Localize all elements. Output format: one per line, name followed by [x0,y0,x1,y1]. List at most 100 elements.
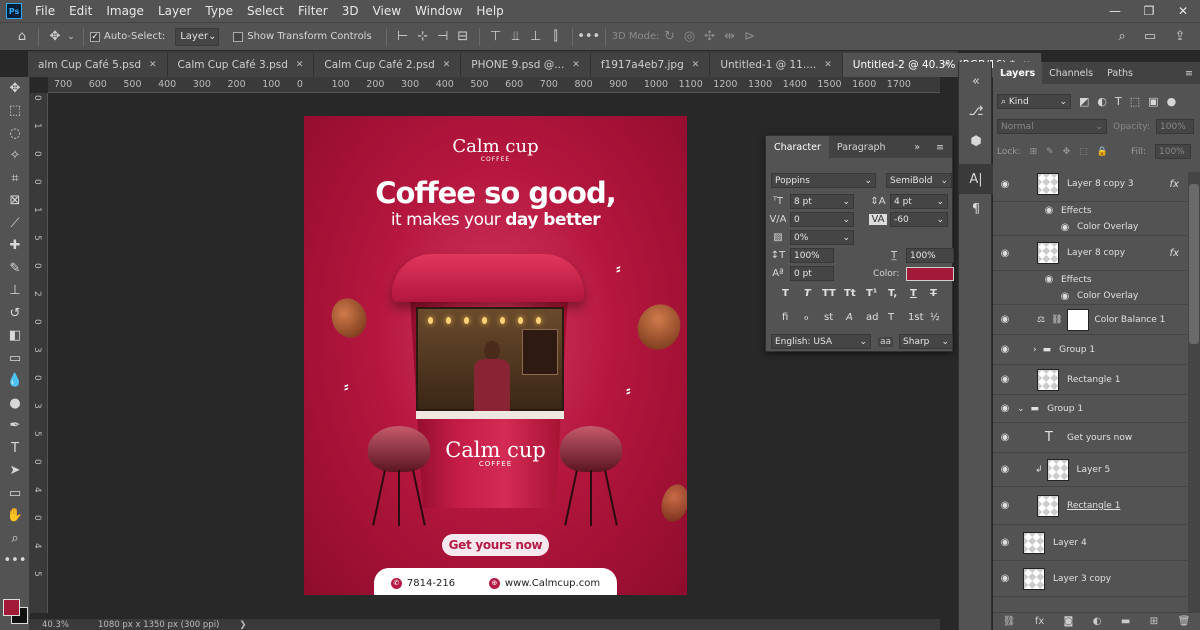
close-icon[interactable]: ✕ [824,60,832,70]
filter-adjustment-icon[interactable]: ◐ [1097,95,1107,108]
font-family-select[interactable]: Poppins ⌄ [771,173,876,188]
faux-italic-button[interactable]: T [804,288,811,299]
minimize-button[interactable]: — [1098,0,1132,22]
new-adjustment-icon[interactable]: ◐ [1093,616,1102,627]
tab-calm-cup-2[interactable]: Calm Cup Café 2.psd ✕ [314,53,462,77]
panel-menu-icon[interactable]: ≡ [928,136,952,158]
lock-artboard-icon[interactable]: ⬚ [1079,147,1088,157]
eye-icon[interactable]: ◉ [993,314,1017,325]
eye-icon[interactable]: ◉ [993,374,1017,385]
layer-group-row[interactable]: ◉ › ▬ Group 1 [993,335,1187,365]
menu-filter[interactable]: Filter [291,4,335,18]
layer-effects-row[interactable]: ◉ Effects [993,271,1187,288]
align-left-icon[interactable]: ⊢ [393,27,413,47]
show-transform-checkbox[interactable]: Show Transform Controls [233,31,372,42]
panel-menu-icon[interactable]: ≡ [1178,62,1200,84]
font-size-input[interactable]: 8 pt ⌄ [790,194,854,209]
layer-row[interactable]: ◉ Layer 8 copy fx [993,236,1187,271]
subscript-button[interactable]: T, [888,288,897,299]
eye-icon[interactable]: ◉ [1053,291,1077,302]
add-style-icon[interactable]: fx [1035,616,1044,627]
layers-scrollbar-thumb[interactable] [1189,184,1199,344]
discretionary-ligatures-button[interactable]: st [824,312,833,323]
tab-paths[interactable]: Paths [1100,62,1140,84]
scale-3d-icon[interactable]: ⊳ [740,27,760,47]
workspace-icon[interactable]: ▭ [1140,27,1160,47]
tab-layers[interactable]: Layers [993,62,1043,84]
collapse-panel-icon[interactable]: » [906,136,928,158]
lock-image-icon[interactable]: ✎ [1046,147,1054,157]
all-caps-button[interactable]: TT [822,288,836,299]
tab-paragraph[interactable]: Paragraph [829,136,894,158]
font-style-select[interactable]: SemiBold ⌄ [886,173,952,188]
eyedropper-tool-icon[interactable]: ⟋ [0,212,30,235]
auto-select-checkbox[interactable]: ✓ Auto-Select: [90,31,165,42]
tab-character[interactable]: Character [766,136,829,158]
gradient-tool-icon[interactable]: ▭ [0,347,30,370]
foreground-color-swatch[interactable] [3,599,20,616]
marquee-tool-icon[interactable]: ⬚ [0,100,30,123]
filter-pixel-icon[interactable]: ◩ [1079,95,1089,108]
fractions-button[interactable]: ½ [930,312,940,323]
close-icon[interactable]: ✕ [443,60,451,70]
pen-tool-icon[interactable]: ✒ [0,415,30,438]
tsume-input[interactable]: 0% ⌄ [790,230,854,245]
menu-layer[interactable]: Layer [151,4,198,18]
align-middle-icon[interactable]: ⫫ [506,27,526,47]
antialias-select[interactable]: Sharp ⌄ [899,334,954,349]
layer-effects-row[interactable]: ◉ Effects [993,202,1187,219]
eye-icon[interactable]: ◉ [993,537,1017,548]
layer-row[interactable]: ◉ T Get yours now [993,423,1187,453]
path-selection-icon[interactable]: ➤ [0,460,30,483]
align-bottom-icon[interactable]: ⊥ [526,27,546,47]
eye-icon[interactable]: ◉ [1053,222,1077,233]
tab-phone-9[interactable]: PHONE 9.psd @... ✕ [461,53,591,77]
tracking-input[interactable]: -60 ⌄ [890,212,948,227]
dodge-tool-icon[interactable]: ● [0,392,30,415]
eye-icon[interactable]: ◉ [993,344,1017,355]
stylistic-alternates-button[interactable]: ad [866,312,878,323]
superscript-button[interactable]: T¹ [866,288,877,299]
fx-icon[interactable]: fx [1170,248,1179,259]
filter-smart-object-icon[interactable]: ▣ [1148,95,1158,108]
add-mask-icon[interactable]: ◙ [1064,616,1074,627]
eye-icon[interactable]: ◉ [993,403,1017,414]
kerning-input[interactable]: 0 ⌄ [790,212,854,227]
close-window-button[interactable]: ✕ [1166,0,1200,22]
layer-row[interactable]: ◉ Layer 8 copy 3 fx [993,167,1187,202]
old-style-button[interactable]: ℴ [804,312,809,323]
hand-tool-icon[interactable]: ✋ [0,505,30,528]
layer-filter-kind-select[interactable]: ⌕ Kind ⌄ [997,94,1071,109]
restore-button[interactable]: ❐ [1132,0,1166,22]
more-options-icon[interactable]: ••• [577,27,600,47]
new-group-icon[interactable]: ▬ [1121,616,1130,627]
vertical-scale-input[interactable]: 100% [790,248,834,263]
eye-icon[interactable]: ◉ [993,432,1017,443]
collapse-panels-icon[interactable]: « [959,66,993,96]
chevron-down-icon[interactable]: ⌄ [65,27,77,47]
new-layer-icon[interactable]: ⊞ [1150,616,1158,627]
pan-3d-icon[interactable]: ✣ [700,27,720,47]
menu-view[interactable]: View [366,4,408,18]
layer-effect-row[interactable]: ◉ Color Overlay [993,288,1187,305]
eye-icon[interactable]: ◉ [1037,274,1061,285]
lasso-tool-icon[interactable]: ◌ [0,122,30,145]
crop-tool-icon[interactable]: ⌗ [0,167,30,190]
menu-file[interactable]: File [28,4,62,18]
underline-button[interactable]: T [910,288,917,299]
roll-3d-icon[interactable]: ◎ [680,27,700,47]
close-icon[interactable]: ✕ [692,60,700,70]
menu-type[interactable]: Type [198,4,240,18]
zoom-level[interactable]: 40.3% [30,620,88,630]
eye-icon[interactable]: ◉ [993,500,1017,511]
lock-all-icon[interactable]: 🔒 [1097,147,1108,157]
layer-effect-row[interactable]: ◉ Color Overlay [993,219,1187,236]
layer-row[interactable]: ◉ Layer 4 [993,525,1187,561]
fill-input[interactable]: 100% [1155,144,1191,159]
healing-brush-icon[interactable]: ✚ [0,235,30,258]
brush-tool-icon[interactable]: ✎ [0,257,30,280]
menu-window[interactable]: Window [408,4,469,18]
layer-row[interactable]: ◉ Layer 3 copy [993,561,1187,597]
layer-row[interactable]: ◉ Rectangle 1 [993,365,1187,395]
auto-select-dropdown[interactable]: Layer ⌄ [175,27,220,46]
